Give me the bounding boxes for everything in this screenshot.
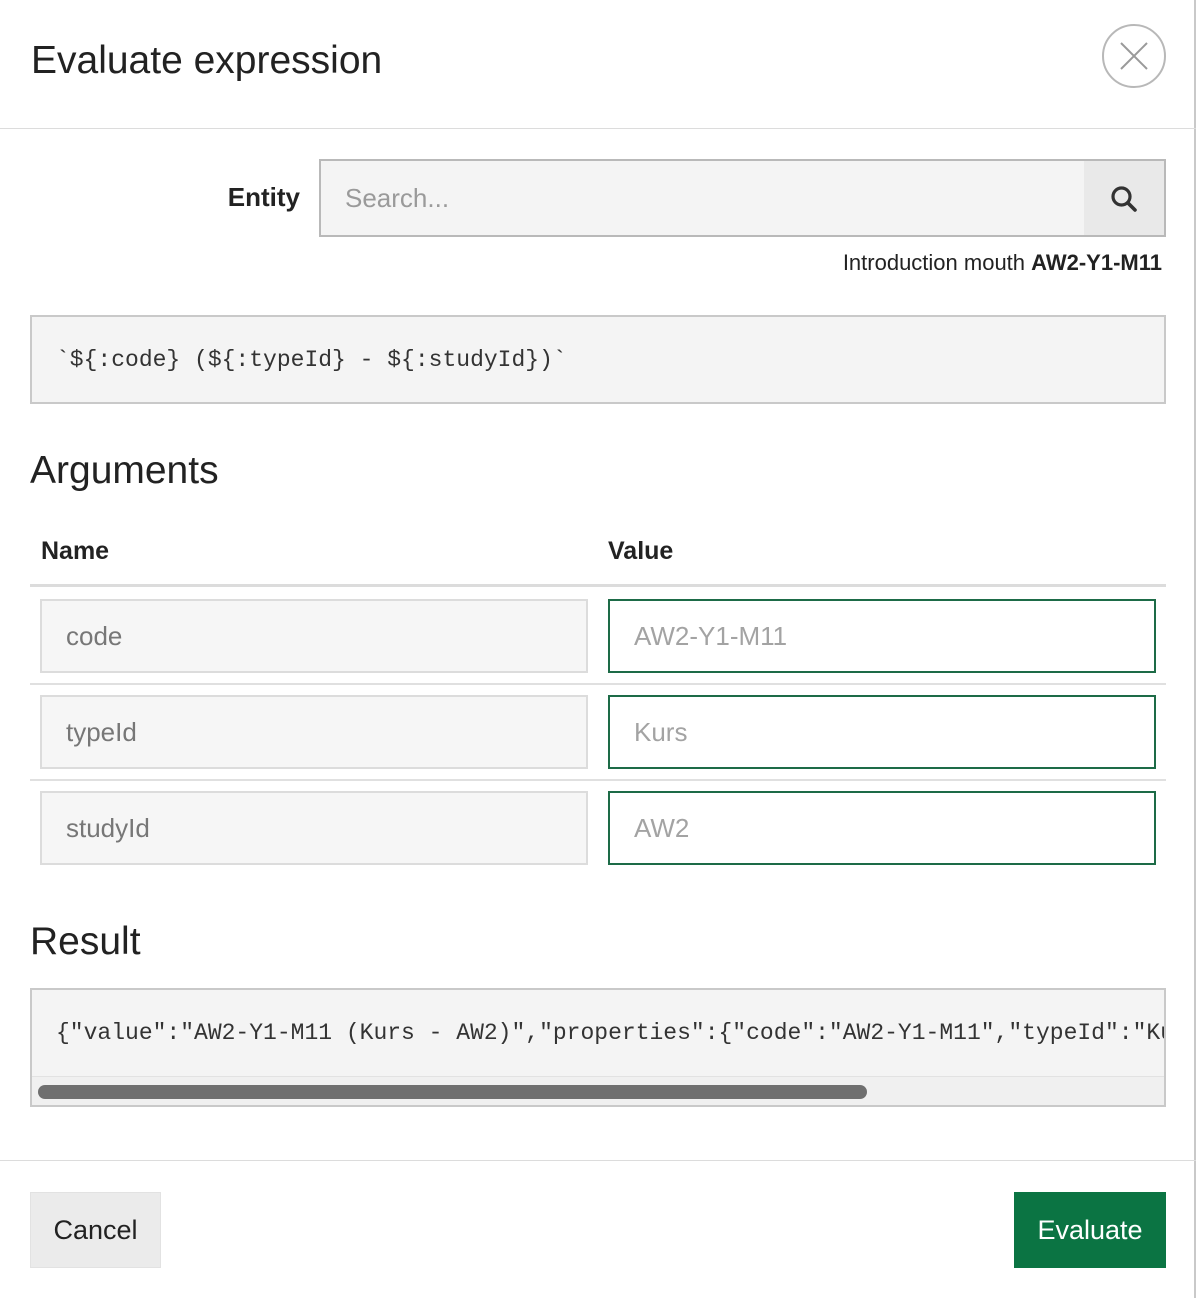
argument-value-code[interactable]: [608, 599, 1156, 673]
result-output: {"value":"AW2-Y1-M11 (Kurs - AW2)","prop…: [30, 988, 1166, 1107]
entity-hint-text: Introduction mouth: [842, 250, 1026, 275]
entity-search-field: [319, 159, 1166, 237]
dialog-title: Evaluate expression: [31, 39, 383, 82]
evaluate-expression-dialog: Evaluate expression Entity Introduction …: [0, 0, 1196, 1298]
expression-display: `${:code} (${:typeId} - ${:studyId})`: [30, 315, 1166, 404]
entity-search-input[interactable]: [321, 161, 1084, 235]
evaluate-button[interactable]: Evaluate: [1014, 1192, 1166, 1268]
table-row-divider: [30, 683, 1166, 685]
table-header-divider: [30, 584, 1166, 587]
value-column-header: Value: [608, 537, 674, 565]
result-scrollbar-thumb[interactable]: [38, 1085, 867, 1099]
argument-value-typeid[interactable]: [608, 695, 1156, 769]
search-icon: [1111, 186, 1137, 212]
dialog-header: Evaluate expression: [0, 0, 1196, 129]
entity-search-button[interactable]: [1084, 161, 1164, 235]
table-row-divider: [30, 779, 1166, 781]
close-icon: [1120, 42, 1148, 70]
entity-label: Entity: [227, 182, 300, 212]
result-scrollbar[interactable]: [32, 1076, 1164, 1105]
entity-hint: Introduction mouth AW2-Y1-M11: [843, 248, 1162, 278]
footer-divider: [0, 1160, 1196, 1161]
argument-name-code: [40, 599, 588, 673]
cancel-button[interactable]: Cancel: [30, 1192, 161, 1268]
result-text: {"value":"AW2-Y1-M11 (Kurs - AW2)","prop…: [56, 1020, 1164, 1046]
name-column-header: Name: [41, 537, 110, 565]
arguments-title: Arguments: [30, 449, 219, 492]
entity-hint-code: AW2-Y1-M11: [1031, 250, 1162, 275]
argument-value-studyid[interactable]: [608, 791, 1156, 865]
close-button[interactable]: [1102, 24, 1166, 88]
argument-name-studyid: [40, 791, 588, 865]
result-title: Result: [30, 920, 141, 963]
argument-name-typeid: [40, 695, 588, 769]
